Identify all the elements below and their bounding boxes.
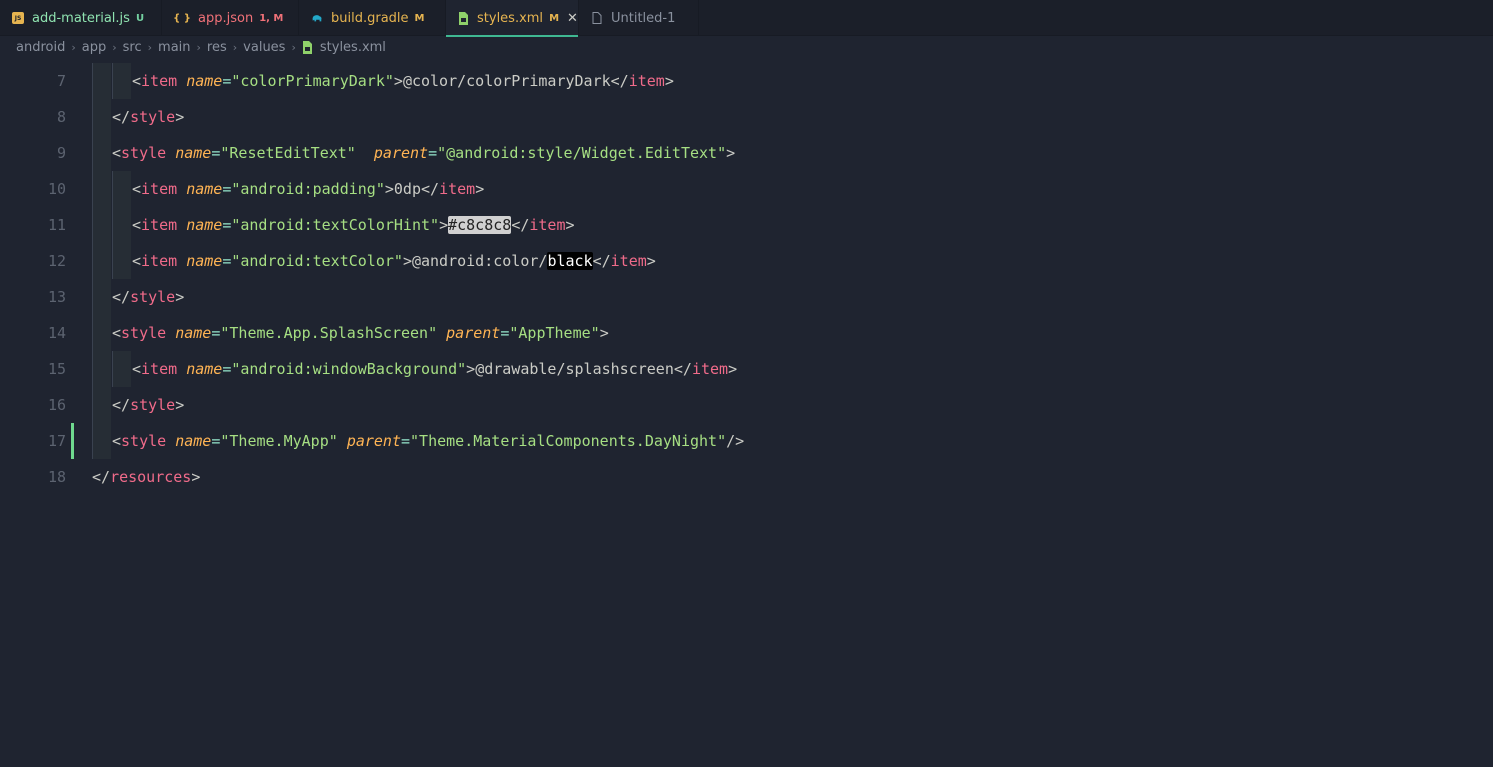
code-editor[interactable]: 7 <item name="colorPrimaryDark">@color/c…	[0, 58, 1493, 767]
code-text: <item name="android:windowBackground">@d…	[132, 360, 738, 378]
code-line-10[interactable]: 10 <item name="android:padding">0dp</ite…	[0, 171, 1493, 207]
code-text: <style name="ResetEditText" parent="@and…	[112, 144, 736, 162]
tab-git-badge: M	[414, 12, 425, 24]
line-number: 18	[47, 468, 66, 486]
tab-add-material-js[interactable]: JS add-material.js U	[0, 0, 162, 36]
code-line-11[interactable]: 11 <item name="android:textColorHint">#c…	[0, 207, 1493, 243]
gradle-elephant-icon	[311, 12, 323, 24]
indent-guide	[92, 279, 111, 315]
indent-guide	[112, 351, 131, 387]
indent-guide	[112, 207, 131, 243]
tab-label: styles.xml	[477, 10, 544, 26]
indent-guide	[92, 207, 111, 243]
line-number: 12	[47, 252, 66, 270]
code-line-17[interactable]: 17 <style name="Theme.MyApp" parent="The…	[0, 423, 1493, 459]
chevron-right-icon: ›	[71, 40, 76, 54]
code-text: <item name="android:padding">0dp</item>	[132, 180, 485, 198]
breadcrumb: android › app › src › main › res › value…	[0, 36, 1493, 58]
line-number: 14	[47, 324, 66, 342]
chevron-right-icon: ›	[147, 40, 153, 54]
line-number: 15	[47, 360, 66, 378]
tab-styles-xml[interactable]: styles.xml M ✕	[446, 0, 579, 37]
tab-label: Untitled-1	[611, 10, 676, 26]
line-number: 16	[47, 396, 66, 414]
indent-guide	[92, 387, 111, 423]
chevron-right-icon: ›	[291, 40, 296, 54]
breadcrumb-item-android[interactable]: android	[16, 40, 65, 55]
indent-guide	[92, 315, 111, 351]
code-text: <item name="android:textColor">@android:…	[132, 252, 656, 270]
breadcrumb-item-styles-xml[interactable]: styles.xml	[320, 40, 386, 55]
tab-git-badge: U	[135, 12, 145, 24]
breadcrumb-item-res[interactable]: res	[207, 40, 227, 55]
code-text: <style name="Theme.MyApp" parent="Theme.…	[112, 432, 745, 450]
indent-guide	[92, 423, 111, 459]
breadcrumb-item-src[interactable]: src	[123, 40, 142, 55]
json-file-icon: { }	[173, 12, 191, 24]
line-number: 13	[47, 288, 66, 306]
indent-guide	[92, 171, 111, 207]
code-text: </resources>	[92, 468, 201, 486]
breadcrumb-item-app[interactable]: app	[82, 40, 106, 55]
line-number: 7	[56, 72, 66, 90]
tab-label: app.json	[198, 10, 254, 26]
git-modified-gutter-marker	[71, 423, 74, 459]
color-value-highlight: #c8c8c8	[448, 216, 512, 234]
xml-file-icon	[458, 11, 469, 25]
line-number: 8	[56, 108, 66, 126]
indent-guide	[92, 243, 111, 279]
code-text: <item name="android:textColorHint">#c8c8…	[132, 216, 575, 234]
tab-label: add-material.js	[32, 10, 130, 26]
code-line-14[interactable]: 14 <style name="Theme.App.SplashScreen" …	[0, 315, 1493, 351]
chevron-right-icon: ›	[112, 40, 117, 54]
indent-guide	[92, 99, 111, 135]
indent-guide	[92, 63, 111, 99]
file-icon	[591, 12, 603, 24]
line-number: 10	[47, 180, 66, 198]
tab-git-badge: 1, M	[259, 12, 284, 24]
code-text: <style name="Theme.App.SplashScreen" par…	[112, 324, 609, 342]
code-line-7[interactable]: 7 <item name="colorPrimaryDark">@color/c…	[0, 63, 1493, 99]
indent-guide	[112, 63, 131, 99]
line-number: 17	[47, 432, 66, 450]
code-line-15[interactable]: 15 <item name="android:windowBackground"…	[0, 351, 1493, 387]
tab-build-gradle[interactable]: build.gradle M	[299, 0, 446, 36]
tab-git-badge: M	[549, 12, 560, 24]
chevron-right-icon: ›	[232, 40, 238, 54]
line-number: 9	[56, 144, 66, 162]
color-value-highlight: black	[547, 252, 593, 270]
close-icon[interactable]: ✕	[567, 11, 578, 26]
code-line-9[interactable]: 9 <style name="ResetEditText" parent="@a…	[0, 135, 1493, 171]
breadcrumb-item-main[interactable]: main	[158, 40, 190, 55]
code-line-16[interactable]: 16 </style>	[0, 387, 1493, 423]
breadcrumb-item-values[interactable]: values	[243, 40, 285, 55]
code-line-13[interactable]: 13 </style>	[0, 279, 1493, 315]
code-line-18[interactable]: 18 </resources>	[0, 459, 1493, 495]
code-text: </style>	[112, 396, 185, 414]
indent-guide	[92, 351, 111, 387]
chevron-right-icon: ›	[196, 40, 201, 54]
tab-label: build.gradle	[331, 10, 409, 26]
editor-tab-bar: JS add-material.js U { } app.json 1, M b…	[0, 0, 1493, 37]
code-text: <item name="colorPrimaryDark">@color/col…	[132, 72, 674, 90]
code-text: </style>	[112, 108, 185, 126]
xml-file-icon	[302, 41, 314, 54]
code-text: </style>	[112, 288, 185, 306]
js-file-icon: JS	[12, 12, 24, 24]
line-number: 11	[47, 216, 66, 234]
tab-app-json[interactable]: { } app.json 1, M	[162, 0, 299, 36]
code-line-12[interactable]: 12 <item name="android:textColor">@andro…	[0, 243, 1493, 279]
indent-guide	[92, 135, 111, 171]
indent-guide	[112, 171, 131, 207]
indent-guide	[112, 243, 131, 279]
code-line-8[interactable]: 8 </style>	[0, 99, 1493, 135]
tab-untitled-1[interactable]: Untitled-1	[579, 0, 699, 36]
